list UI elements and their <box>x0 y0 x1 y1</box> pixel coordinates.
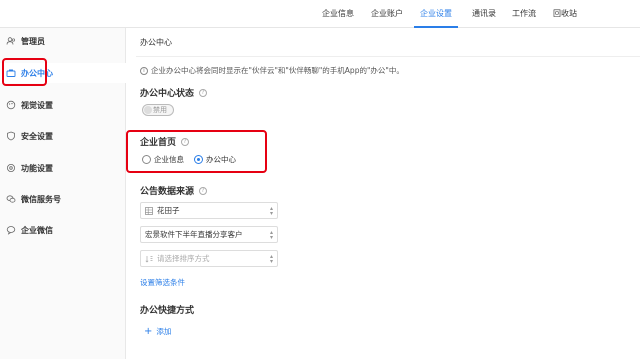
select-value: 花田子 <box>157 206 180 215</box>
shield-icon <box>6 131 16 141</box>
tab-company-info[interactable]: 企业信息 <box>316 0 360 28</box>
users-icon <box>6 36 16 46</box>
highlight-box-home <box>126 130 267 173</box>
updown-icon: ▴ ▾ <box>269 253 273 265</box>
select-placeholder: 请选择排序方式 <box>157 254 210 263</box>
plus-icon: + <box>144 325 153 337</box>
info-notice: i 企业办公中心将会同时显示在"伙伴云"和"伙伴畅聊"的手机App的"办公"中。 <box>140 65 404 76</box>
set-filter-link[interactable]: 设置筛选条件 <box>140 277 185 288</box>
section-title-text: 办公快捷方式 <box>140 306 195 316</box>
data-source-section-title: 公告数据来源 ? <box>140 184 208 197</box>
palette-icon <box>6 100 16 110</box>
status-section-title: 办公中心状态 ? <box>140 86 208 99</box>
data-source-table-select[interactable]: 花田子 ▴ ▾ <box>140 202 278 219</box>
gear-icon <box>6 163 16 173</box>
sidebar-item-label: 管理员 <box>21 36 45 46</box>
main-panel: 办公中心 i 企业办公中心将会同时显示在"伙伴云"和"伙伴畅聊"的手机App的"… <box>126 28 640 359</box>
highlight-box-sidebar <box>2 58 47 86</box>
sidebar-item-label: 功能设置 <box>21 163 53 173</box>
help-icon[interactable]: ? <box>199 186 208 195</box>
tab-workflow[interactable]: 工作流 <box>506 0 542 28</box>
info-icon: i <box>140 66 148 75</box>
sidebar-item-feature-settings[interactable]: 功能设置 <box>0 158 126 178</box>
shortcut-section-title: 办公快捷方式 <box>140 303 194 316</box>
sidebar-item-wecom[interactable]: 企业微信 <box>0 220 126 240</box>
sidebar-item-visual-settings[interactable]: 视觉设置 <box>0 95 126 115</box>
sidebar-item-label: 企业微信 <box>21 225 53 235</box>
wechat-icon <box>6 194 16 204</box>
select-value: 宏景软件下半年直播分享客户 <box>145 230 243 239</box>
status-toggle[interactable]: 禁用 <box>142 104 174 116</box>
sidebar-item-label: 安全设置 <box>21 131 53 141</box>
page-title: 办公中心 <box>140 38 172 47</box>
sidebar-item-label: 微信服务号 <box>21 194 61 204</box>
section-title-text: 公告数据来源 <box>140 187 195 197</box>
toggle-knob <box>144 106 152 114</box>
sidebar-item-security-settings[interactable]: 安全设置 <box>0 126 126 146</box>
table-icon <box>145 206 153 215</box>
data-source-view-select[interactable]: 宏景软件下半年直播分享客户 ▴ ▾ <box>140 226 278 243</box>
sort-order-select[interactable]: 请选择排序方式 ▴ ▾ <box>140 250 278 267</box>
help-icon[interactable]: ? <box>199 88 208 97</box>
add-label: 添加 <box>156 327 172 336</box>
divider <box>136 56 640 57</box>
tab-contacts[interactable]: 通讯录 <box>466 0 502 28</box>
toggle-label: 禁用 <box>153 106 167 114</box>
sidebar-item-wechat-service[interactable]: 微信服务号 <box>0 189 126 209</box>
updown-icon: ▴ ▾ <box>269 229 273 241</box>
add-shortcut-button[interactable]: + 添加 <box>144 326 171 337</box>
section-title-text: 办公中心状态 <box>140 89 195 99</box>
sidebar-item-admins[interactable]: 管理员 <box>0 31 126 51</box>
tab-company-settings[interactable]: 企业设置 <box>414 0 458 28</box>
updown-icon: ▴ ▾ <box>269 205 273 217</box>
sidebar-item-label: 视觉设置 <box>21 100 53 110</box>
sort-icon <box>145 255 153 263</box>
wecom-icon <box>6 225 16 235</box>
tab-company-account[interactable]: 企业账户 <box>365 0 409 28</box>
top-nav-bar: 企业信息 企业账户 企业设置 通讯录 工作流 回收站 <box>0 0 640 28</box>
info-text: 企业办公中心将会同时显示在"伙伴云"和"伙伴畅聊"的手机App的"办公"中。 <box>151 66 404 75</box>
tab-recycle-bin[interactable]: 回收站 <box>547 0 583 28</box>
